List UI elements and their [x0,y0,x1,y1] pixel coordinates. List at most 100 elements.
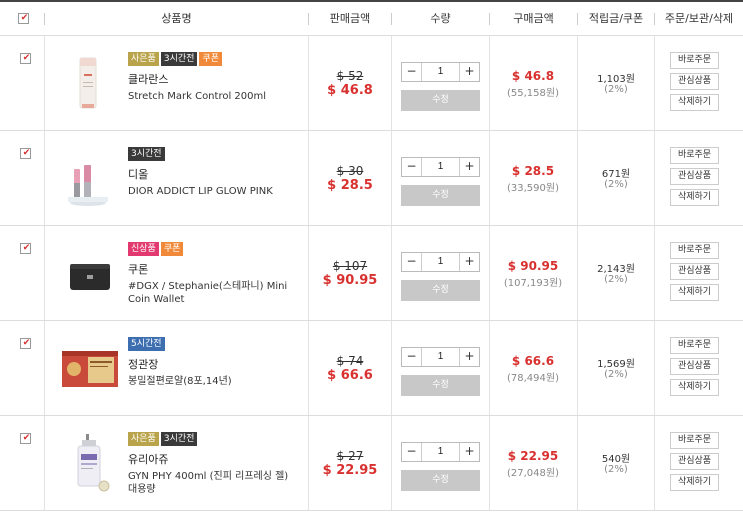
quantity-input[interactable] [422,443,459,461]
wishlist-button[interactable]: 관심상품 [670,263,719,280]
product-brand[interactable]: 디올 [128,166,148,182]
points-amount: 2,143원 [597,264,635,275]
product-name[interactable]: DIOR ADDICT LIP GLOW PINK [128,185,298,198]
item-checkbox[interactable]: ✔ [20,338,31,349]
delete-button[interactable]: 삭제하기 [670,94,719,111]
order-now-button[interactable]: 바로주문 [670,242,719,259]
points-percent: (2%) [604,179,628,190]
check-icon: ✔ [22,433,31,443]
quantity-input[interactable] [422,158,459,176]
plus-icon[interactable]: + [459,158,479,176]
wishlist-button[interactable]: 관심상품 [670,453,719,470]
column-divider [391,226,392,320]
order-now-button[interactable]: 바로주문 [670,52,719,69]
plus-icon[interactable]: + [459,253,479,271]
sale-price: $ 46.8 [327,83,373,98]
badge-group: 3시간전 [128,147,167,161]
total-price-krw: (78,494원) [507,373,559,384]
total-price-krw: (27,048원) [507,468,559,479]
product-brand[interactable]: 쿠론 [128,261,148,277]
original-price: $ 30 [336,164,364,178]
plus-icon[interactable]: + [459,348,479,366]
plus-icon[interactable]: + [459,443,479,461]
total-price: $ 90.95 [507,259,559,273]
quantity-stepper: − + [401,347,480,367]
table-row: ✔ 5시간전 정관장 봉밀절편로얄(8포,14년) $ 74 $ 66.6 − … [0,321,743,416]
plus-icon[interactable]: + [459,63,479,81]
column-divider [44,416,45,510]
change-qty-button[interactable]: 수정 [401,185,480,206]
points-amount: 540원 [601,454,631,465]
delete-button[interactable]: 삭제하기 [670,284,719,301]
column-divider [654,131,655,225]
badge-group: 사은품 3시간전 쿠폰 [128,52,224,66]
minus-icon[interactable]: − [402,158,422,176]
change-qty-button[interactable]: 수정 [401,90,480,111]
item-checkbox[interactable]: ✔ [20,243,31,254]
change-qty-button[interactable]: 수정 [401,470,480,491]
order-now-button[interactable]: 바로주문 [670,432,719,449]
product-brand[interactable]: 정관장 [128,356,158,372]
column-divider [654,321,655,415]
column-divider [489,226,490,320]
points-percent: (2%) [604,274,628,285]
header-price: 판매금액 [329,12,371,25]
change-qty-button[interactable]: 수정 [401,280,480,301]
product-name[interactable]: #DGX / Stephanie(스테파니) Mini Coin Wallet [128,280,298,306]
product-name[interactable]: GYN PHY 400ml (진피 리프레싱 젤) 대용량 [128,470,298,496]
minus-icon[interactable]: − [402,443,422,461]
minus-icon[interactable]: − [402,63,422,81]
original-price: $ 74 [336,354,364,368]
wishlist-button[interactable]: 관심상품 [670,168,719,185]
column-divider [489,321,490,415]
minus-icon[interactable]: − [402,253,422,271]
original-price: $ 107 [332,259,368,273]
column-divider [44,226,45,320]
column-divider [308,36,309,130]
total-price-krw: (107,193원) [503,278,563,289]
product-image [62,351,118,387]
quantity-input[interactable] [422,63,459,81]
time-badge: 3시간전 [160,52,198,66]
change-qty-button[interactable]: 수정 [401,375,480,396]
sale-price: $ 22.95 [322,463,378,478]
order-now-button[interactable]: 바로주문 [670,337,719,354]
time-badge: 3시간전 [128,147,165,161]
time-badge: 3시간전 [160,432,198,446]
column-divider [489,416,490,510]
item-checkbox[interactable]: ✔ [20,433,31,444]
badge-group: 신상품 쿠폰 [128,242,185,256]
column-divider [391,321,392,415]
column-divider [654,36,655,130]
product-brand[interactable]: 클라란스 [128,71,168,87]
delete-button[interactable]: 삭제하기 [670,379,719,396]
column-divider [308,321,309,415]
product-name[interactable]: Stretch Mark Control 200ml [128,90,298,103]
table-row: ✔ 3시간전 디올 DIOR ADDICT LIP GLOW PINK $ 30… [0,131,743,226]
quantity-input[interactable] [422,348,459,366]
delete-button[interactable]: 삭제하기 [670,474,719,491]
total-price: $ 22.95 [507,449,559,463]
quantity-input[interactable] [422,253,459,271]
check-icon: ✔ [22,338,31,348]
item-checkbox[interactable]: ✔ [20,148,31,159]
delete-button[interactable]: 삭제하기 [670,189,719,206]
column-divider [489,131,490,225]
wishlist-button[interactable]: 관심상품 [670,73,719,90]
sale-price: $ 90.95 [322,273,378,288]
column-divider [308,416,309,510]
item-checkbox[interactable]: ✔ [20,53,31,64]
select-all-checkbox[interactable]: ✔ [18,13,29,24]
sale-price: $ 66.6 [327,368,373,383]
sale-price: $ 28.5 [327,178,373,193]
minus-icon[interactable]: − [402,348,422,366]
order-now-button[interactable]: 바로주문 [670,147,719,164]
table-row: ✔ 사은품 3시간전 쿠폰 클라란스 Stretch Mark Control 20… [0,36,743,131]
wishlist-button[interactable]: 관심상품 [670,358,719,375]
original-price: $ 52 [336,69,364,83]
product-name[interactable]: 봉밀절편로얄(8포,14년) [128,375,298,388]
product-image [77,434,110,492]
product-brand[interactable]: 유리아쥬 [128,451,168,467]
cart-table: ✔ 상품명 판매금액 수량 구매금액 적립금/쿠폰 주문/보관/삭제 ✔ 사은품… [0,0,743,512]
check-icon: ✔ [22,243,31,253]
